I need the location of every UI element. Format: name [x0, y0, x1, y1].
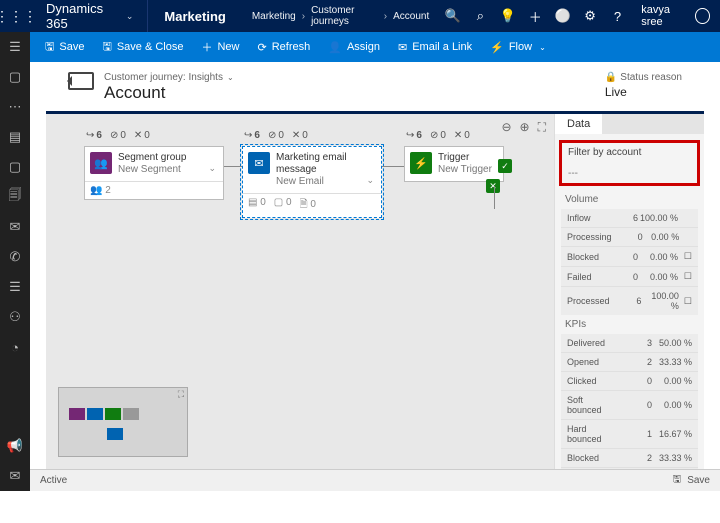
segment-icon: 👥 [90, 152, 112, 174]
fit-icon[interactable]: ⛶ [538, 120, 546, 135]
avatar-icon [695, 8, 710, 24]
rail-item-8[interactable]: ☰ [0, 272, 30, 302]
email-icon: ✉ [248, 152, 270, 174]
new-button[interactable]: ＋ New [192, 32, 248, 62]
idea-icon[interactable]: 💡 [494, 0, 521, 32]
status-reason-value: Live [605, 85, 682, 99]
kpi-row: Hard bounced116.67 % [561, 420, 698, 449]
tab-blank[interactable] [602, 114, 704, 134]
rail-item-2[interactable]: ⋯ [0, 92, 30, 122]
tile-trigger[interactable]: ⚡ TriggerNew Trigger [404, 146, 504, 182]
user-menu[interactable]: kavya sree [631, 4, 720, 28]
record-breadcrumb[interactable]: Customer journey: Insights⌄ [104, 72, 234, 83]
tile-email[interactable]: ✉ Marketing email messageNew Email ⌄ ▤ 0… [242, 146, 382, 218]
left-rail: ☰ ▢ ⋯ ▤ ▢ 🗐 ✉ ✆ ☰ ⚇ ◔ 📢 ✉ [0, 32, 30, 491]
kpi-row: Delivered350.00 % [561, 334, 698, 353]
volume-row: Failed00.00 %☐ [561, 267, 698, 287]
rail-item-9[interactable]: ⚇ [0, 302, 30, 332]
rail-item-4[interactable]: ▢ [0, 152, 30, 182]
footer-bar: Active 🖫 Save [30, 469, 720, 491]
rail-mail-icon[interactable]: ✉ [0, 461, 30, 491]
refresh-button[interactable]: ⟳ Refresh [249, 32, 320, 62]
flow-button[interactable]: ⚡ Flow⌄ [481, 32, 555, 62]
top-breadcrumb[interactable]: Marketing› Customer journeys› Account [242, 5, 439, 27]
task-icon[interactable]: ⌕ [467, 0, 494, 32]
journey-canvas[interactable]: ⊖ ⊕ ⛶ ↪ 6 ⊘ 0 ✕ 0 👥 Segment groupNew Seg… [46, 114, 554, 469]
filter-by-account[interactable]: Filter by account --- [559, 140, 700, 186]
add-icon[interactable]: ＋ [522, 0, 549, 32]
top-bar: ⋮⋮⋮ Dynamics 365⌄ Marketing Marketing› C… [0, 0, 720, 32]
zoom-out-icon[interactable]: ⊖ [501, 120, 511, 135]
canvas-tools: ⊖ ⊕ ⛶ [501, 120, 546, 135]
kpi-row: Clicked00.00 % [561, 372, 698, 391]
kpi-label: KPIs [555, 317, 704, 332]
rail-item-7[interactable]: ✆ [0, 242, 30, 272]
chevron-down-icon[interactable]: ⌄ [364, 173, 376, 188]
rail-item-10[interactable]: ◔ [0, 332, 30, 362]
page-title: Account [104, 83, 234, 103]
footer-status: Active [40, 475, 67, 486]
rail-announce-icon[interactable]: 📢 [0, 431, 30, 461]
megaphone-icon [68, 72, 94, 90]
help-icon[interactable]: ? [604, 0, 631, 32]
rail-menu-icon[interactable]: ☰ [0, 32, 30, 62]
search-icon[interactable]: 🔍 [439, 0, 466, 32]
chevron-down-icon[interactable]: ⌄ [206, 161, 218, 176]
footer-save-button[interactable]: Save [687, 475, 710, 486]
tab-data[interactable]: Data [555, 114, 602, 134]
insights-panel: Data Filter by account --- Volume Inflow… [554, 114, 704, 469]
app-launcher-icon[interactable]: ⋮⋮⋮ [0, 8, 32, 25]
footer-save-icon[interactable]: 🖫 [673, 472, 682, 489]
assign-button[interactable]: 👤 Assign [319, 32, 389, 62]
settings-icon[interactable]: ⚙ [576, 0, 603, 32]
trigger-yes-badge: ✓ [498, 159, 512, 173]
trigger-icon: ⚡ [410, 152, 432, 174]
expand-icon[interactable]: ⛶ [178, 389, 184, 400]
kpi-table: Delivered350.00 %Opened233.33 %Clicked00… [561, 334, 698, 469]
zoom-in-icon[interactable]: ⊕ [520, 120, 530, 135]
volume-label: Volume [555, 192, 704, 207]
rail-item-1[interactable]: ▢ [0, 62, 30, 92]
status-reason-label: 🔒Status reason [605, 72, 682, 83]
volume-row: Blocked00.00 %☐ [561, 247, 698, 267]
trigger-no-badge: ✕ [486, 179, 500, 193]
module-name[interactable]: Marketing [148, 9, 241, 24]
volume-row: Processing00.00 % [561, 228, 698, 247]
command-bar: 🖫 Save 🖫 Save & Close ＋ New ⟳ Refresh 👤 … [30, 32, 720, 62]
volume-table: Inflow6100.00 %Processing00.00 %Blocked0… [561, 209, 698, 315]
volume-row: Processed6100.00 %☐ [561, 287, 698, 315]
minimap[interactable]: ⛶ [58, 387, 188, 457]
save-close-button[interactable]: 🖫 Save & Close [93, 32, 192, 62]
kpi-row: Opened233.33 % [561, 353, 698, 372]
filter-icon[interactable]: ⚪ [549, 0, 576, 32]
kpi-row: Soft bounced00.00 % [561, 391, 698, 420]
volume-row: Inflow6100.00 % [561, 209, 698, 228]
rail-item-6[interactable]: ✉ [0, 212, 30, 242]
email-link-button[interactable]: ✉ Email a Link [389, 32, 481, 62]
rail-item-3[interactable]: ▤ [0, 122, 30, 152]
save-button[interactable]: 🖫 Save [36, 32, 93, 62]
lock-icon: 🔒 [605, 72, 617, 83]
rail-item-5[interactable]: 🗐 [0, 182, 30, 212]
kpi-row: Blocked233.33 % [561, 449, 698, 468]
tile-segment[interactable]: 👥 Segment groupNew Segment ⌄ 👥 2 [84, 146, 224, 200]
brand-switcher[interactable]: Dynamics 365⌄ [32, 0, 148, 32]
